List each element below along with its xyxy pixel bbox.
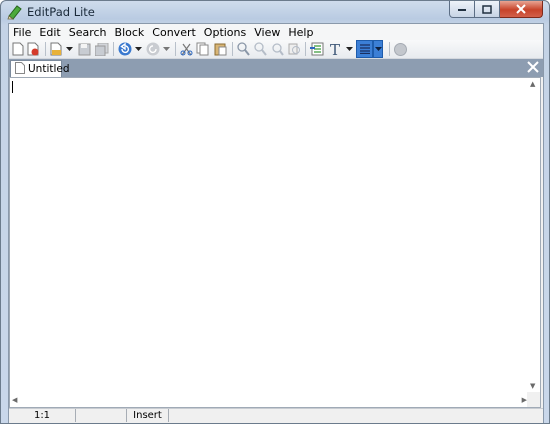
menu-edit[interactable]: Edit bbox=[35, 24, 64, 40]
find-next-icon[interactable] bbox=[253, 41, 267, 57]
font-dropdown-icon[interactable] bbox=[345, 41, 353, 57]
word-wrap-icon[interactable] bbox=[356, 40, 373, 58]
horizontal-scrollbar[interactable]: ◀ ▶ bbox=[10, 392, 529, 407]
toolbar-separator bbox=[175, 42, 176, 56]
text-caret bbox=[12, 81, 13, 93]
title-bar[interactable]: EditPad Lite bbox=[1, 1, 549, 23]
menu-bar: File Edit Search Block Convert Options V… bbox=[9, 24, 543, 40]
find-icon[interactable] bbox=[236, 41, 250, 57]
undo-icon[interactable] bbox=[117, 41, 132, 57]
menu-block[interactable]: Block bbox=[111, 24, 149, 40]
close-button[interactable] bbox=[500, 1, 543, 18]
font-icon[interactable]: T bbox=[329, 41, 343, 57]
window-title: EditPad Lite bbox=[27, 5, 95, 19]
open-dropdown-icon[interactable] bbox=[65, 41, 73, 57]
scroll-down-arrow-icon[interactable]: ▼ bbox=[530, 382, 535, 390]
tab-untitled[interactable]: Untitled bbox=[10, 60, 70, 77]
cursor-position: 1:1 bbox=[9, 409, 76, 422]
paste-icon[interactable] bbox=[213, 41, 227, 57]
status-bar: 1:1 Insert bbox=[9, 408, 543, 423]
redo-icon[interactable] bbox=[145, 41, 160, 57]
vertical-scrollbar[interactable]: ▲ ▼ bbox=[527, 78, 540, 392]
menu-search[interactable]: Search bbox=[65, 24, 111, 40]
maximize-icon bbox=[482, 4, 492, 14]
close-icon bbox=[516, 4, 526, 14]
editpad-app-icon[interactable] bbox=[7, 4, 23, 20]
insert-mode[interactable]: Insert bbox=[127, 409, 169, 422]
find-previous-icon[interactable] bbox=[270, 41, 284, 57]
minimize-icon bbox=[458, 9, 466, 11]
replace-icon[interactable] bbox=[287, 41, 301, 57]
window-controls bbox=[449, 1, 543, 19]
close-tab-icon[interactable] bbox=[526, 60, 540, 74]
maximize-button[interactable] bbox=[475, 1, 500, 18]
scroll-up-arrow-icon[interactable]: ▲ bbox=[530, 80, 535, 88]
menu-view[interactable]: View bbox=[250, 24, 284, 40]
word-wrap-dropdown-icon[interactable] bbox=[373, 40, 383, 58]
modified-indicator bbox=[76, 409, 127, 422]
save-all-icon[interactable] bbox=[95, 41, 109, 57]
scroll-left-arrow-icon[interactable]: ◀ bbox=[12, 396, 17, 404]
menu-convert[interactable]: Convert bbox=[148, 24, 200, 40]
client-area: File Edit Search Block Convert Options V… bbox=[8, 23, 544, 423]
new-file-icon[interactable] bbox=[11, 41, 25, 57]
minimize-button[interactable] bbox=[449, 1, 475, 18]
tab-strip: Untitled bbox=[9, 59, 543, 77]
text-editor[interactable]: ▲ ▼ ◀ ▶ bbox=[9, 77, 541, 408]
scrollbar-corner bbox=[527, 392, 540, 407]
toolbar-separator bbox=[45, 42, 46, 56]
svg-text:T: T bbox=[330, 42, 340, 57]
open-file-icon[interactable] bbox=[49, 41, 63, 57]
app-window: EditPad Lite File Edit Search Block Conv… bbox=[0, 0, 550, 424]
toolbar-separator bbox=[232, 42, 233, 56]
stop-icon[interactable] bbox=[393, 41, 407, 57]
menu-file[interactable]: File bbox=[9, 24, 35, 40]
toolbar-separator bbox=[113, 42, 114, 56]
cut-icon[interactable] bbox=[179, 41, 193, 57]
redo-dropdown-icon[interactable] bbox=[162, 41, 170, 57]
copy-icon[interactable] bbox=[195, 41, 209, 57]
save-icon[interactable] bbox=[77, 41, 91, 57]
document-icon bbox=[15, 61, 25, 77]
toolbar-separator bbox=[389, 42, 390, 56]
close-file-icon[interactable] bbox=[26, 41, 40, 57]
menu-help[interactable]: Help bbox=[284, 24, 317, 40]
status-message bbox=[169, 409, 543, 422]
undo-dropdown-icon[interactable] bbox=[134, 41, 142, 57]
insert-icon[interactable] bbox=[309, 41, 325, 57]
menu-options[interactable]: Options bbox=[200, 24, 250, 40]
toolbar-separator bbox=[305, 42, 306, 56]
tab-label: Untitled bbox=[28, 63, 70, 75]
toolbar: T bbox=[9, 40, 543, 59]
